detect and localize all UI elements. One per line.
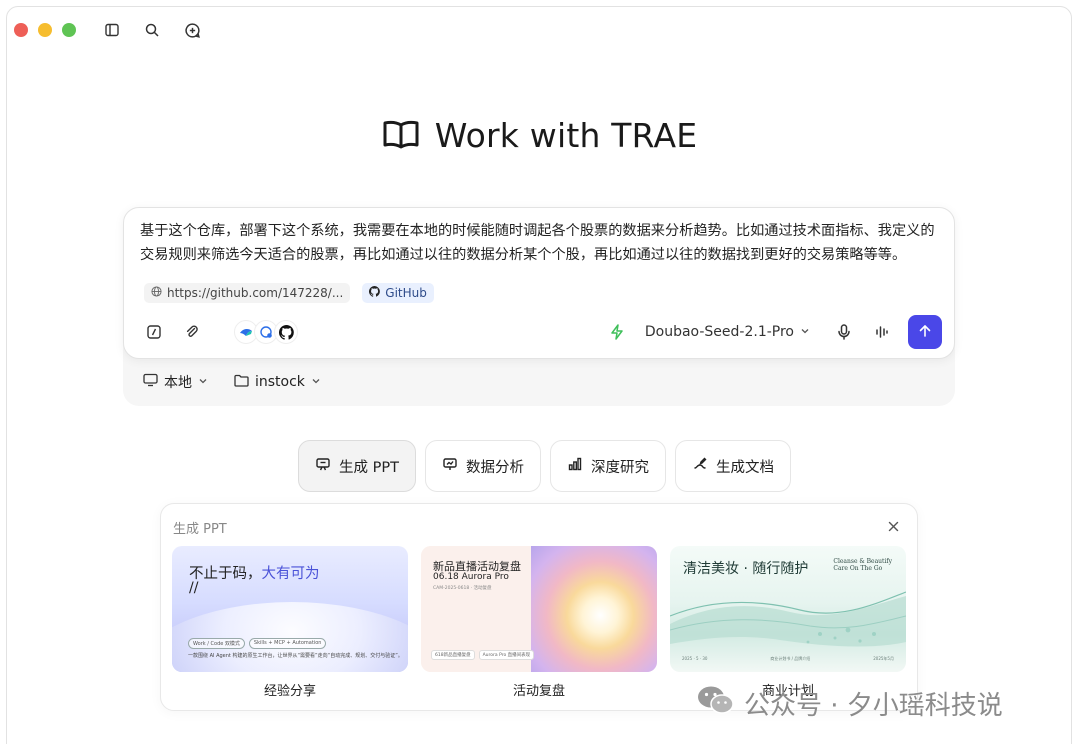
prompt-input[interactable]: 基于这个仓库，部署下这个系统，我需要在本地的时候能随时调起各个股票的数据来分析趋… — [140, 219, 940, 267]
card-sub: 06.18 Aurora Pro — [433, 572, 509, 582]
document-pen-icon — [692, 456, 708, 476]
chevron-down-icon — [198, 374, 208, 390]
template-card-experience[interactable]: 不止于码，大有可为 // Work / Code 双模式 Skills + MC… — [172, 546, 408, 672]
maximize-window-button[interactable] — [62, 23, 76, 37]
close-window-button[interactable] — [14, 23, 28, 37]
microphone-icon[interactable] — [832, 320, 856, 344]
template-card-label: 经验分享 — [263, 684, 316, 699]
link-chip-label: https://github.com/147228/... — [167, 286, 344, 300]
chevron-down-icon — [800, 324, 810, 340]
dashboard-icon — [442, 456, 458, 476]
card-headline: 清洁美妆 · 随行随护 — [683, 561, 809, 577]
card-sub-en: Cleanse & Beautify Care On The Go — [833, 558, 892, 572]
folder-icon — [234, 374, 249, 391]
card-headline: 不止于码，大有可为 — [189, 566, 320, 582]
model-name: Doubao-Seed-2.1-Pro — [644, 324, 794, 340]
bar-chart-icon — [567, 456, 583, 476]
github-chip[interactable]: GitHub — [362, 283, 434, 303]
plugin-github-icon[interactable] — [274, 320, 298, 344]
github-chip-label: GitHub — [385, 286, 427, 300]
mode-buttons: 生成 PPT 数据分析 深度研究 生成文档 — [298, 440, 791, 492]
attach-icon[interactable] — [180, 320, 204, 344]
monitor-icon — [143, 373, 158, 391]
minimize-window-button[interactable] — [38, 23, 52, 37]
mode-label: 数据分析 — [465, 459, 524, 476]
mode-label: 深度研究 — [590, 459, 649, 476]
card-foot-text: 商业计划书 / 品牌介绍 — [770, 656, 811, 661]
environment-bar: 本地 instock — [143, 372, 321, 392]
planet-illustration — [172, 602, 408, 672]
model-selector[interactable]: Doubao-Seed-2.1-Pro — [645, 324, 810, 340]
mode-deep-research-button[interactable]: 深度研究 — [549, 440, 666, 492]
page-title: Work with TRAE — [434, 116, 698, 155]
card-tags: Work / Code 双模式 Skills + MCP + Automatio… — [188, 638, 327, 649]
mode-label: 生成文档 — [715, 459, 774, 476]
composer[interactable]: 基于这个仓库，部署下这个系统，我需要在本地的时候能随时调起各个股票的数据来分析趋… — [123, 207, 955, 359]
slash-command-icon[interactable] — [142, 320, 166, 344]
mode-data-analysis-button[interactable]: 数据分析 — [424, 440, 541, 492]
card-small-text: 一款围绕 AI Agent 构建的原生工作台，让世界从“需要看”走向“自动完成、… — [188, 653, 403, 659]
book-icon — [383, 119, 419, 153]
card-foot-tag: 618新品直播复盘 — [431, 650, 475, 660]
title-bar — [14, 16, 206, 44]
card-footer: 618新品直播复盘 Aurora Pro 直播间表现 — [431, 650, 535, 660]
composer-toolbar: Doubao-Seed-2.1-Pro — [142, 315, 942, 349]
watermark-text: 公众号 · 夕小瑶科技说 — [744, 691, 1003, 721]
template-card-review[interactable]: 新品直播活动复盘 06.18 Aurora Pro CAM-2025-0618 … — [421, 546, 657, 672]
bolt-icon[interactable] — [605, 320, 629, 344]
attachment-chips: https://github.com/147228/... GitHub — [144, 283, 434, 303]
watermark: 公众号 · 夕小瑶科技说 — [696, 684, 1003, 723]
plugin-icons[interactable] — [220, 320, 298, 344]
globe-icon — [151, 286, 162, 300]
project-selector[interactable]: instock — [234, 372, 321, 392]
project-label: instock — [255, 374, 305, 390]
chevron-down-icon — [311, 374, 321, 390]
mode-label: 生成 PPT — [339, 459, 399, 476]
wechat-icon — [696, 684, 736, 723]
card-footer: 2025 · 5 · 30 商业计划书 / 品牌介绍 2025年5月 — [682, 656, 894, 662]
mode-generate-ppt-button[interactable]: 生成 PPT — [298, 440, 416, 492]
template-card-label: 活动复盘 — [512, 684, 565, 699]
location-label: 本地 — [164, 375, 192, 391]
presentation-icon — [315, 456, 331, 476]
link-chip[interactable]: https://github.com/147228/... — [144, 283, 351, 303]
template-card-business-plan[interactable]: 清洁美妆 · 随行随护 Cleanse & Beautify Care On Th… — [670, 546, 906, 672]
card-foot-text: 2025年5月 — [873, 656, 894, 661]
hero: Work with TRAE — [0, 116, 1080, 155]
close-icon — [888, 517, 899, 536]
card-tag: Work / Code 双模式 — [188, 638, 245, 649]
voice-wave-icon[interactable] — [870, 320, 894, 344]
close-panel-button[interactable] — [883, 516, 903, 536]
burst-illustration — [531, 546, 657, 672]
template-panel: 生成 PPT 不止于码，大有可为 // Work / Code 双模式 Skil… — [160, 503, 918, 711]
panel-title: 生成 PPT — [173, 522, 227, 537]
location-selector[interactable]: 本地 — [143, 372, 208, 392]
card-meta: CAM-2025-0618 · 活动复盘 — [433, 586, 492, 591]
send-button[interactable] — [908, 315, 942, 349]
github-icon — [369, 286, 381, 300]
search-icon[interactable] — [138, 16, 166, 44]
mode-generate-doc-button[interactable]: 生成文档 — [674, 440, 791, 492]
card-highlight: 大有可为 — [261, 566, 320, 582]
card-foot-tag: Aurora Pro 直播间表现 — [478, 650, 535, 660]
card-sub: // — [189, 580, 199, 596]
card-foot-text: 2025 · 5 · 30 — [682, 656, 708, 661]
new-chat-icon[interactable] — [178, 16, 206, 44]
arrow-up-icon — [918, 323, 932, 342]
sidebar-toggle-icon[interactable] — [98, 16, 126, 44]
card-tag: Skills + MCP + Automation — [248, 638, 327, 649]
